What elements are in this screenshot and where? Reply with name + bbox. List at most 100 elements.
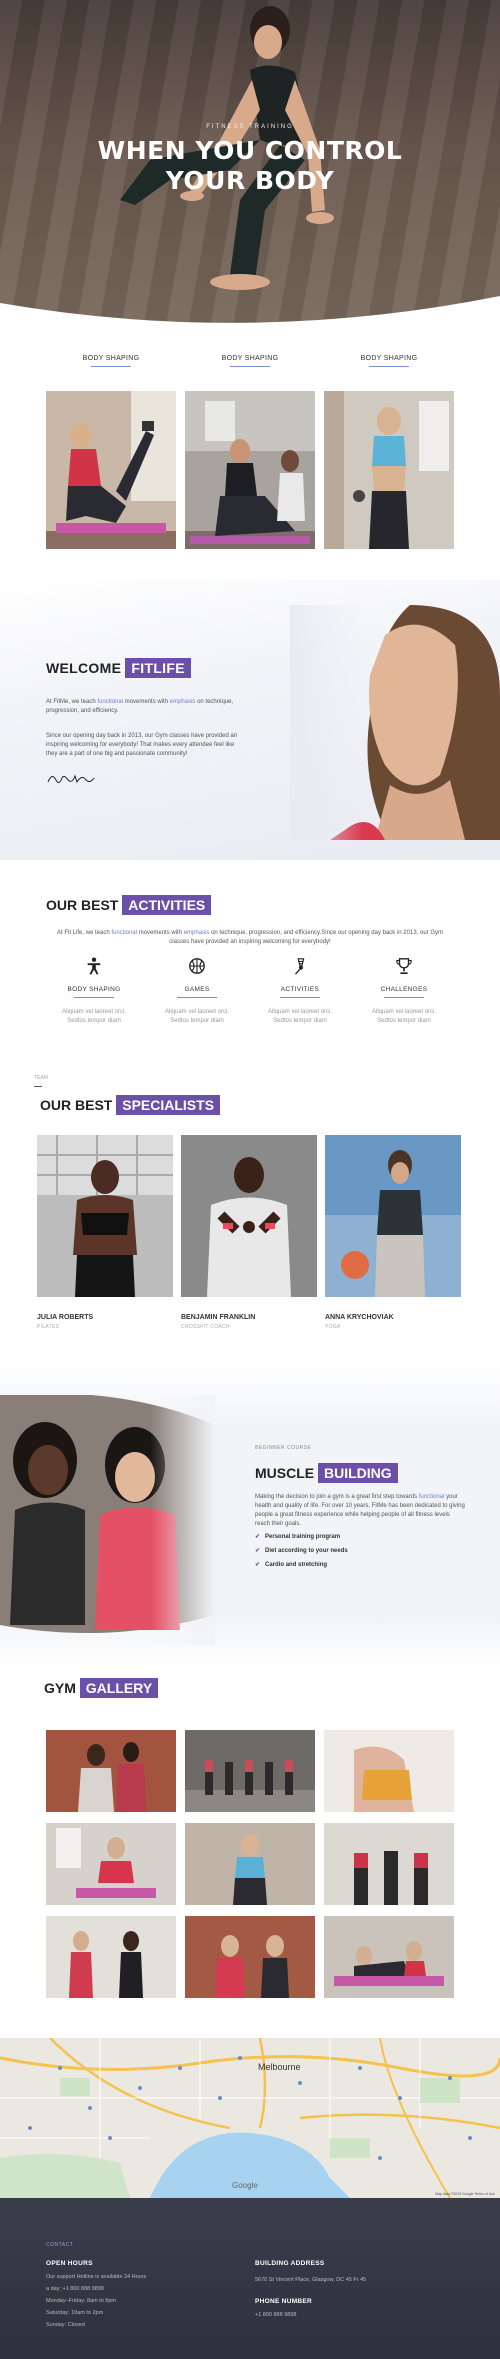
- map-attribution: Map data ©2019 Google Terms of Use: [435, 2192, 495, 2196]
- title-accent: FITLIFE: [125, 658, 191, 678]
- title-text: MUSCLE: [255, 1465, 315, 1481]
- feature-list: ✔ Personal training program ✔ Diet accordi…: [255, 1533, 348, 1575]
- open-hours-text: Our support Hotline is available 24 Hour…: [46, 2271, 146, 2331]
- trophy-icon: [396, 958, 412, 975]
- activities-title: OUR BEST ACTIVITIES: [46, 895, 212, 915]
- title-accent: ACTIVITIES: [122, 895, 212, 915]
- hours-line: Monday–Friday: 8am to 8pm: [46, 2298, 117, 2304]
- map-section[interactable]: Melbourne Google Map data ©2019 Google T…: [0, 2038, 500, 2198]
- address-heading: BUILDING ADDRESS: [255, 2260, 325, 2267]
- title-accent: SPECIALISTS: [116, 1095, 221, 1115]
- specialist-card[interactable]: ANNA KRYCHOVIAK YOGA: [325, 1135, 461, 1330]
- text: Making the decision to join a gym is a g…: [255, 1494, 419, 1500]
- list-item: ✔ Diet according to your needs: [255, 1547, 348, 1554]
- shaping-label: BODY SHAPING: [360, 355, 418, 362]
- open-hours-heading: OPEN HOURS: [46, 2260, 93, 2267]
- gallery-photo[interactable]: [185, 1916, 315, 1998]
- title-accent: GALLERY: [79, 1678, 159, 1698]
- text: movements with: [123, 699, 170, 705]
- activity-description: Aliquam vel laoreet orci. Sedtos tempor …: [371, 1009, 437, 1024]
- activity-description: Aliquam vel laoreet orci. Sedtos tempor …: [164, 1009, 230, 1024]
- title-accent: BUILDING: [318, 1463, 398, 1483]
- highlight-link[interactable]: functional: [419, 1494, 445, 1500]
- shaping-label: BODY SHAPING: [221, 355, 279, 362]
- hours-line: Our support Hotline is available 24 Hour…: [46, 2274, 147, 2280]
- underline: [230, 366, 270, 367]
- gallery-section: GYM GALLERY: [0, 1668, 500, 2013]
- body-shaping-section: BODY SHAPING BODY SHAPING BODY SHAPING: [0, 355, 500, 555]
- text: At FitMe, we teach: [46, 699, 98, 705]
- gallery-photo[interactable]: [46, 1823, 176, 1905]
- list-item: ✔ Cardio and stretching: [255, 1561, 348, 1568]
- activity-description: Aliquam vel laoreet orci. Sedtos tempor …: [267, 1009, 333, 1024]
- title-text: GYM: [44, 1680, 76, 1696]
- hero-wave-divider: [0, 296, 500, 330]
- gallery-photo[interactable]: [324, 1730, 454, 1812]
- hours-line: Saturday: 10am to 2pm: [46, 2310, 104, 2316]
- shaping-photo[interactable]: [185, 391, 315, 549]
- muscle-title: MUSCLE BUILDING: [255, 1463, 398, 1483]
- text: At Fit Life, we teach: [56, 930, 112, 936]
- activity-label: BODY SHAPING: [67, 986, 121, 993]
- activity-item[interactable]: BODY SHAPING Aliquam vel laoreet orci. S…: [44, 957, 144, 1026]
- muscle-paragraph: Making the decision to join a gym is a g…: [255, 1493, 465, 1529]
- check-icon: ✔: [255, 1548, 261, 1554]
- hours-line: Sunday: Closed: [46, 2322, 85, 2328]
- specialist-card[interactable]: JULIA ROBERTS PILATES: [37, 1135, 173, 1330]
- welcome-section: WELCOME FITLIFE At FitMe, we teach funct…: [0, 580, 500, 860]
- gallery-photo[interactable]: [185, 1823, 315, 1905]
- shaping-card[interactable]: BODY SHAPING: [46, 355, 176, 367]
- activity-item[interactable]: CHALLENGES Aliquam vel laoreet orci. Sed…: [354, 957, 454, 1026]
- list-item-text: Personal training program: [265, 1534, 341, 1540]
- specialist-photo: [181, 1135, 317, 1297]
- hours-line: a day: +1 800 888 9898: [46, 2286, 104, 2292]
- hero-title-line2: YOUR BODY: [165, 166, 335, 195]
- woman-portrait-image: [290, 605, 500, 840]
- activities-intro: At Fit Life, we teach functional movemen…: [50, 929, 450, 947]
- basketball-icon: [189, 958, 205, 974]
- activity-item[interactable]: GAMES Aliquam vel laoreet orci. Sedtos t…: [147, 957, 247, 1026]
- title-text: OUR BEST: [40, 1097, 113, 1113]
- gallery-photo[interactable]: [324, 1916, 454, 1998]
- specialist-card[interactable]: BENJAMIN FRANKLIN CROSSFIT COACH: [181, 1135, 317, 1330]
- shaping-photo[interactable]: [46, 391, 176, 549]
- check-icon: ✔: [255, 1562, 261, 1568]
- signature: [46, 770, 96, 793]
- activity-label: ACTIVITIES: [280, 986, 320, 993]
- section-eyebrow: BEGINNER COURSE: [255, 1445, 312, 1451]
- underline: [91, 366, 131, 367]
- activity-item[interactable]: ACTIVITIES Aliquam vel laoreet orci. Sed…: [250, 957, 350, 1026]
- check-icon: ✔: [255, 1534, 261, 1540]
- muscle-building-section: BEGINNER COURSE MUSCLE BUILDING Making t…: [0, 1365, 500, 1665]
- specialists-title: OUR BEST SPECIALISTS: [40, 1095, 221, 1115]
- address-text: 5670 St Vincent Place, Glasgow, DC 45 Fr…: [255, 2277, 367, 2283]
- shaping-photo[interactable]: [324, 391, 454, 549]
- google-logo: Google: [232, 2181, 258, 2190]
- specialist-name: JULIA ROBERTS: [37, 1314, 94, 1321]
- gallery-photo[interactable]: [185, 1730, 315, 1812]
- two-women-photo: [0, 1395, 215, 1645]
- section-eyebrow: TEAM: [34, 1075, 48, 1081]
- gallery-photo[interactable]: [46, 1916, 176, 1998]
- gallery-photo[interactable]: [324, 1823, 454, 1905]
- text: on technique, progression, and efficienc…: [169, 930, 443, 945]
- hero-tagline: FITNESS TRAINING: [206, 124, 294, 130]
- highlight-link[interactable]: functional: [111, 930, 137, 936]
- phone-link[interactable]: +1 800 888 9898: [255, 2309, 296, 2321]
- specialist-photo: [325, 1135, 461, 1297]
- specialist-role: CROSSFIT COACH: [181, 1324, 230, 1330]
- highlight-link[interactable]: emphasis: [170, 699, 196, 705]
- shaping-card[interactable]: BODY SHAPING: [185, 355, 315, 367]
- highlight-link[interactable]: emphasis: [184, 930, 210, 936]
- list-item: ✔ Personal training program: [255, 1533, 348, 1540]
- underline: [384, 997, 424, 998]
- shaping-card[interactable]: BODY SHAPING: [324, 355, 454, 367]
- activities-section: OUR BEST ACTIVITIES At Fit Life, we teac…: [0, 885, 500, 1045]
- map-image[interactable]: Melbourne Google Map data ©2019 Google T…: [0, 2038, 500, 2198]
- gallery-photo[interactable]: [46, 1730, 176, 1812]
- title-text: WELCOME: [46, 660, 122, 676]
- highlight-link[interactable]: functional: [97, 699, 123, 705]
- activity-description: Aliquam vel laoreet orci. Sedtos tempor …: [61, 1009, 127, 1024]
- hero-title-line1: WHEN YOU CONTROL: [97, 136, 403, 165]
- map-city-label: Melbourne: [258, 2062, 301, 2072]
